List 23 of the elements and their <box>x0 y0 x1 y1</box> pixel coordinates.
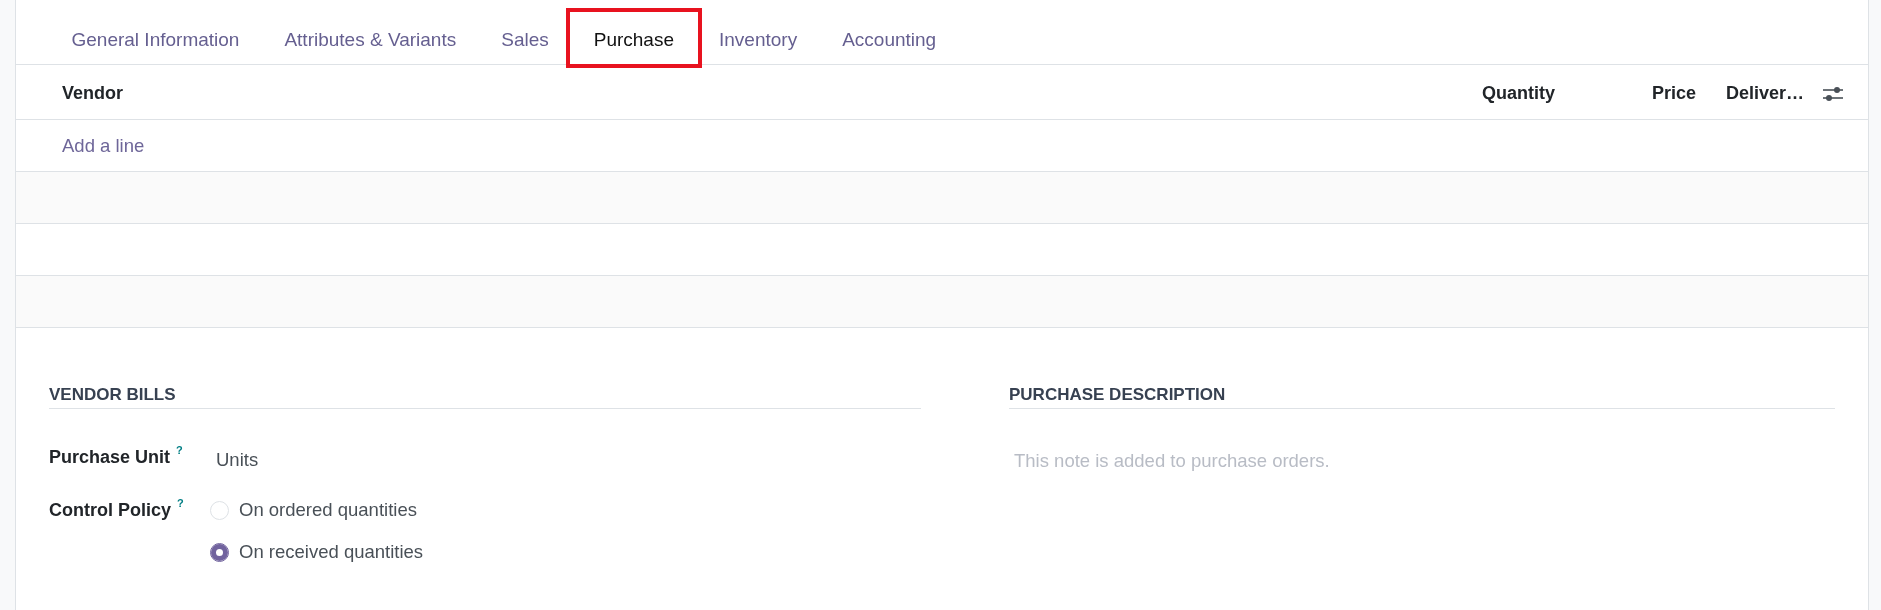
column-header[interactable]: Vendor <box>62 83 1435 104</box>
column-header[interactable]: Price <box>1555 83 1696 104</box>
section-heading: PURCHASE DESCRIPTION <box>1009 385 1835 409</box>
sliders-icon[interactable] <box>1823 85 1843 102</box>
tab[interactable]: Inventory <box>711 8 806 68</box>
help-mark[interactable]: ? <box>177 497 184 509</box>
tab[interactable]: General Information <box>63 8 248 68</box>
field-label: Purchase Unit <box>49 447 171 467</box>
tab[interactable]: Attributes & Variants <box>276 8 465 68</box>
section-heading: VENDOR BILLS <box>49 385 921 409</box>
radio-option[interactable]: On ordered quantities <box>210 498 417 522</box>
tab[interactable]: Accounting <box>834 8 945 68</box>
radio-option[interactable]: On received quantities <box>210 540 424 564</box>
tab[interactable]: Sales <box>493 8 557 68</box>
radio-icon[interactable] <box>210 542 229 562</box>
add-line-link[interactable]: Add a line <box>62 134 145 157</box>
field-label: Control Policy <box>49 500 171 520</box>
column-header[interactable]: Deliver… <box>1696 83 1809 104</box>
tab[interactable]: Purchase <box>565 8 702 68</box>
column-header[interactable]: Quantity <box>1435 83 1555 104</box>
description-field[interactable]: This note is added to purchase orders. <box>1009 448 1835 474</box>
help-mark[interactable]: ? <box>176 444 183 456</box>
purchase-unit-field[interactable]: Units <box>210 448 259 472</box>
